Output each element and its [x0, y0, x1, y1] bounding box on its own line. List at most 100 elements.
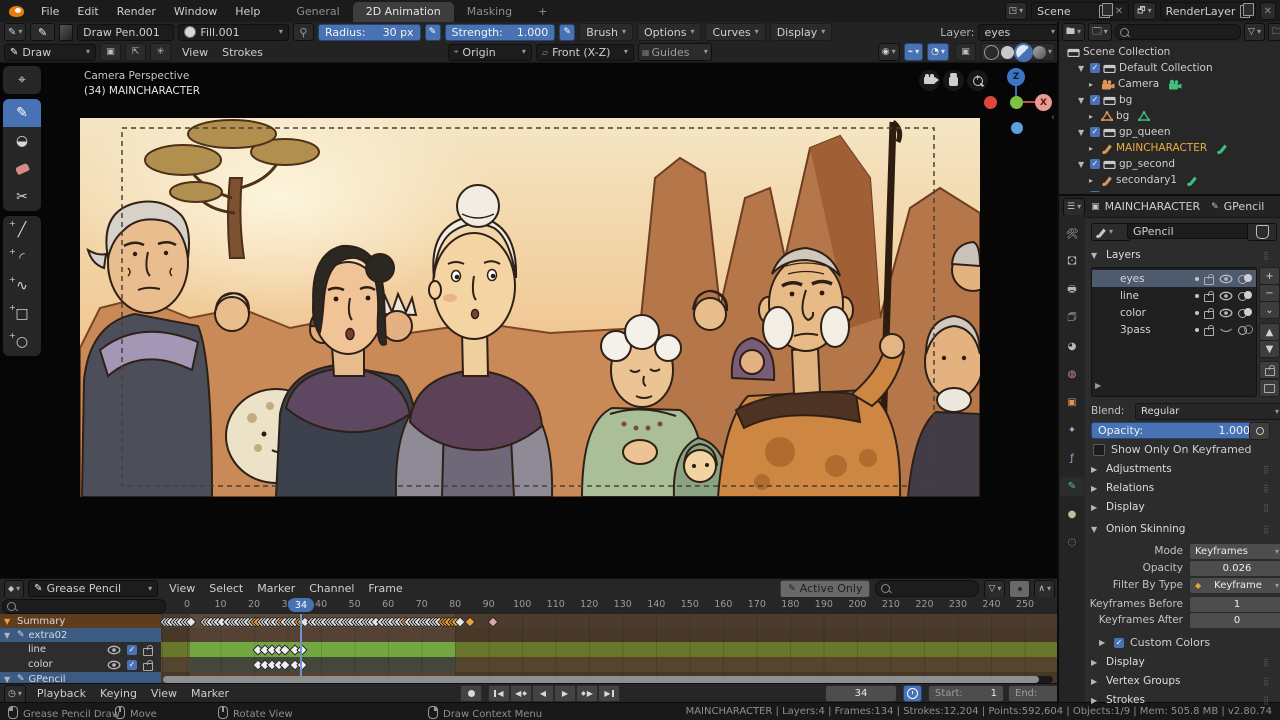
menu-edit[interactable]: Edit [68, 5, 107, 18]
tool-curve-button[interactable]: +∿ [3, 272, 41, 300]
viewlayer-browse-button[interactable]: 🗗▾ [1133, 2, 1155, 20]
timeline-menu-view[interactable]: View [144, 687, 184, 700]
dopesheet-menu-select[interactable]: Select [202, 582, 250, 595]
active-only-toggle[interactable]: ✎Active Only [780, 580, 870, 598]
show-gizmo-toggle-icon[interactable]: ▣ [955, 43, 976, 61]
channel-row-color[interactable]: color✓ [0, 657, 1057, 672]
strength-slider[interactable]: Strength: 1.000 [445, 24, 556, 41]
new-viewlayer-icon[interactable] [1240, 5, 1249, 18]
mode-dropdown[interactable]: ✎ Draw ▾ [4, 44, 96, 61]
proportional-edit-toggle[interactable]: ◔▾ [927, 43, 949, 61]
editor-type-dropdown[interactable]: ◆▾ [4, 580, 24, 598]
panel-vertex-groups[interactable]: ▶Vertex Groups⣿ [1091, 675, 1276, 687]
scrollbar-thumb[interactable] [163, 676, 1039, 683]
layer-channel-dot[interactable] [1195, 294, 1199, 298]
jump-to-end-button[interactable]: ▶ [598, 685, 620, 702]
panel-display[interactable]: ▶Display⣿ [1091, 501, 1276, 513]
outliner-filter-dropdown[interactable]: 🗔▾ [1088, 23, 1112, 41]
proportional-keys-toggle-icon[interactable] [1009, 580, 1030, 598]
keyframes-after-field[interactable]: 0 [1189, 612, 1280, 629]
breadcrumb-object[interactable]: MAINCHARACTER [1105, 200, 1201, 213]
dopesheet-ruler[interactable]: 0102030405060708090100110120130140150160… [0, 597, 1057, 615]
outliner-tree[interactable]: Scene Collection▼✓Default Collection▸Cam… [1059, 42, 1280, 192]
interpolation-dropdown[interactable]: ∧▾ [1034, 580, 1055, 598]
expand-icon[interactable]: ▼ [1078, 64, 1087, 73]
expand-icon[interactable]: ▼ [1078, 96, 1087, 105]
layer-row-eyes[interactable]: eyes [1092, 270, 1256, 287]
expand-icon[interactable]: ▼ [1078, 160, 1087, 169]
current-frame-line[interactable] [300, 614, 302, 683]
pivot-point-dropdown[interactable]: ◉▾ [878, 43, 900, 61]
onion-filter-dropdown[interactable]: ◆Keyframe▾ [1189, 577, 1280, 594]
onion-skinning-panel-header[interactable]: ▼Onion Skinning⣿ [1091, 523, 1276, 535]
outliner-filter-button[interactable]: ▽▾ [1244, 23, 1265, 41]
timeline-menu-keying[interactable]: Keying [93, 687, 144, 700]
outliner-row-item[interactable]: ▼✓ [1059, 188, 1280, 192]
scene-name-field[interactable]: Scene ✕ [1031, 2, 1129, 20]
play-button[interactable]: ▶ [554, 685, 576, 702]
strength-pressure-toggle[interactable]: ✎ [559, 24, 575, 41]
outliner-row-scene-collection[interactable]: Scene Collection [1059, 44, 1280, 60]
layer-row-color[interactable]: color [1092, 304, 1256, 321]
expand-icon[interactable]: ▸ [1089, 80, 1098, 89]
remove-layer-button[interactable]: − [1259, 284, 1280, 302]
tab-masking[interactable]: Masking [454, 2, 525, 22]
menu-window[interactable]: Window [165, 5, 226, 18]
opacity-keyframe-button[interactable] [1249, 422, 1270, 440]
channel-row-extra02[interactable]: ▼✎extra02 [0, 628, 1057, 642]
shading-solid-icon[interactable] [1001, 46, 1014, 59]
properties-tab-object[interactable]: ▣ [1060, 393, 1084, 412]
active-tool-dropdown[interactable]: ✎▾ [4, 23, 26, 41]
panel-relations[interactable]: ▶Relations⣿ [1091, 482, 1276, 494]
properties-tab-world[interactable]: ◍ [1060, 365, 1084, 384]
layer-onion-icon[interactable] [1238, 291, 1252, 300]
channel-checkbox[interactable]: ✓ [127, 660, 137, 670]
remove-viewlayer-button[interactable]: ✕ [1260, 2, 1276, 20]
expand-icon[interactable]: ▼ [4, 631, 13, 640]
viewport-menu-view[interactable]: View [175, 46, 215, 59]
viewport-menu-strokes[interactable]: Strokes [215, 46, 270, 59]
custom-colors-checkbox[interactable]: ✓ [1114, 638, 1124, 648]
auto-keying-toggle[interactable] [460, 685, 482, 702]
properties-tab-output[interactable]: 🖶 [1060, 281, 1084, 300]
layer-visibility-icon[interactable] [1219, 291, 1233, 301]
timeline-menu-playback[interactable]: Playback [30, 687, 93, 700]
zoom-view-button[interactable] [967, 70, 988, 91]
filter-dropdown[interactable]: ▽▾ [984, 580, 1005, 598]
channel-checkbox[interactable]: ✓ [127, 645, 137, 655]
layer-selector[interactable]: eyes ▾ [978, 24, 1061, 41]
camera-view-button[interactable] [919, 70, 940, 91]
layers-list[interactable]: eyeslinecolor3pass [1091, 267, 1257, 397]
outliner-row-gp-queen[interactable]: ▼✓gp_queen [1059, 124, 1280, 140]
brush-name-field[interactable]: Draw Pen.001 [77, 24, 174, 41]
move-layer-down-button[interactable]: ▼ [1259, 340, 1280, 358]
layer-onion-icon[interactable] [1238, 325, 1252, 334]
expand-icon[interactable]: ▼ [4, 675, 13, 684]
dopesheet-channels[interactable]: ▼Summary▼✎extra02line✓color✓▼✎GPencil [0, 614, 1057, 683]
tool-cursor-button[interactable]: ⌖ [3, 66, 41, 94]
timeline-editor-dropdown[interactable]: ◷▾ [4, 685, 26, 703]
isolate-button[interactable] [1259, 379, 1280, 397]
start-frame-field[interactable]: Start: 1 [928, 685, 1004, 702]
material-selector[interactable]: Fill.001 ▾ [178, 24, 288, 41]
layer-lock-icon[interactable] [1204, 328, 1214, 336]
menu-render[interactable]: Render [108, 5, 165, 18]
fake-user-shield-button[interactable] [1247, 223, 1277, 241]
properties-editor-dropdown[interactable]: ☰▾ [1063, 198, 1085, 216]
layer-opacity-slider[interactable]: Opacity:1.000 [1091, 422, 1257, 439]
layer-row-3pass[interactable]: 3pass [1092, 321, 1256, 338]
outliner-search-input[interactable] [1115, 24, 1241, 40]
layer-visibility-icon[interactable] [1219, 325, 1233, 335]
collection-checkbox[interactable]: ✓ [1090, 95, 1100, 105]
expand-icon[interactable]: ▸ [1089, 112, 1098, 121]
gizmo-z-neg-axis[interactable] [1011, 122, 1023, 134]
multiframe-toggle-icon[interactable]: ▣ [100, 43, 121, 61]
pin-material-button[interactable]: ⚲ [293, 23, 314, 41]
tool-draw-button[interactable]: ✎ [3, 99, 41, 127]
move-layer-up-button[interactable]: ▲ [1259, 323, 1280, 341]
properties-tab-material[interactable]: ● [1060, 505, 1084, 524]
guides-dropdown[interactable]: ▦ Guides ▾ [638, 43, 712, 61]
blender-logo-icon[interactable] [9, 6, 24, 17]
play-reverse-button[interactable]: ◀ [532, 685, 554, 702]
expand-icon[interactable]: ▼ [4, 617, 13, 626]
